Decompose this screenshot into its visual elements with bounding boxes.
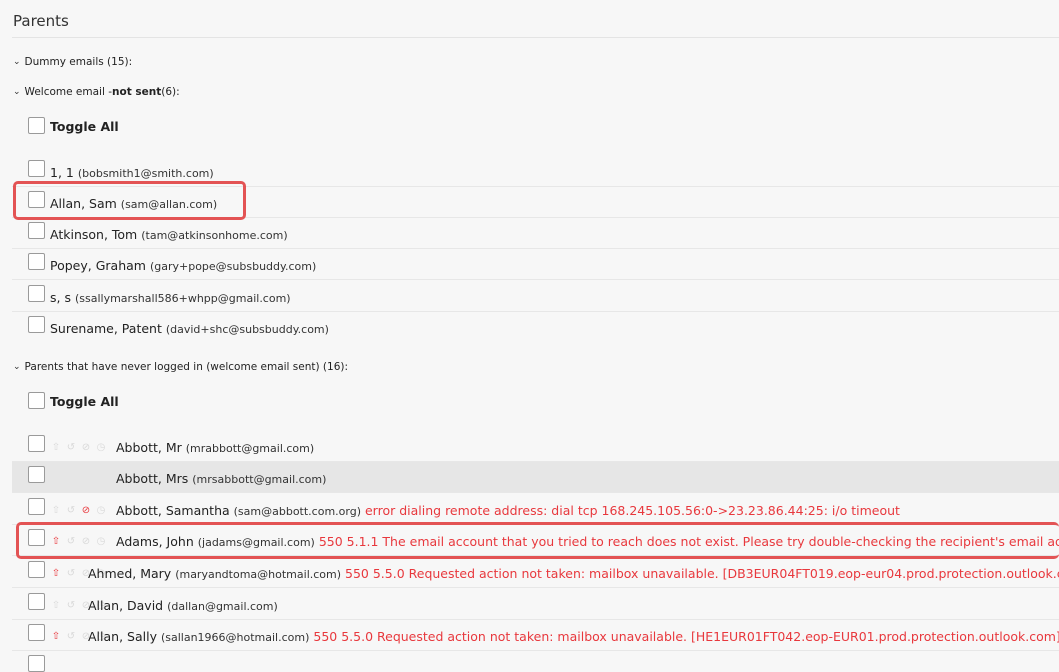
- parent-email: (david+shc@subsbuddy.com): [165, 323, 329, 336]
- parent-name: Allan, Sally: [88, 629, 157, 644]
- parent-name: Allan, David: [88, 598, 164, 613]
- parent-name: Atkinson, Tom: [50, 227, 138, 242]
- upload-icon: ⇧: [51, 631, 61, 642]
- parent-email: (sam@abbott.com.org): [233, 505, 361, 518]
- list-item: Popey, Graham (gary+pope@subsbuddy.com): [12, 249, 1059, 280]
- row-checkbox[interactable]: [28, 253, 45, 270]
- row-checkbox[interactable]: [28, 435, 45, 452]
- reply-icon: ↺: [66, 631, 76, 642]
- error-message: 550 5.5.0 Requested action not taken: ma…: [345, 566, 1059, 581]
- error-message: error dialing remote address: dial tcp 1…: [364, 503, 900, 518]
- row-checkbox[interactable]: [28, 593, 45, 610]
- table-row: ⇧ ↺ ⊘ ◷ Allan, David (dallan@gmail.com): [12, 589, 1059, 620]
- parent-name: Abbott, Mrs: [116, 471, 189, 486]
- section-label-start: Welcome email -: [24, 86, 112, 98]
- row-checkbox[interactable]: [28, 655, 45, 672]
- error-message: 550 5.5.0 Requested action not taken: ma…: [313, 629, 1059, 644]
- table-row: ⇧ ↺ ⊘ ◷ Allan, Sally (sallan1966@hotmail…: [12, 620, 1059, 651]
- parent-name: 1, 1: [50, 165, 74, 180]
- chevron-down-icon: ⌄: [13, 57, 21, 67]
- parent-name: Ahmed, Mary: [88, 566, 172, 581]
- reply-icon: ↺: [66, 600, 76, 611]
- table-row: ⇧ ↺ ⊘ ◷ Abbott, Samantha (sam@abbott.com…: [12, 494, 1059, 525]
- blocked-icon: ⊘: [81, 505, 91, 516]
- clock-icon: ◷: [96, 505, 106, 516]
- clock-icon: ◷: [96, 442, 106, 453]
- section-dummy-emails[interactable]: ⌄ Dummy emails (15):: [13, 56, 132, 68]
- section-label-end: (6):: [161, 86, 180, 98]
- toggle-all-checkbox[interactable]: [28, 117, 45, 134]
- upload-icon: ⇧: [51, 442, 61, 453]
- parent-name: Abbott, Samantha: [116, 503, 230, 518]
- parent-email: (ssallymarshall586+whpp@gmail.com): [74, 292, 291, 305]
- highlight-box: [16, 522, 1059, 559]
- chevron-down-icon: ⌄: [13, 362, 21, 372]
- row-checkbox[interactable]: [28, 466, 45, 483]
- table-row: Abbott, Mrs (mrsabbott@gmail.com): [12, 462, 1059, 493]
- list-item: s, s (ssallymarshall586+whpp@gmail.com): [12, 281, 1059, 312]
- row-checkbox[interactable]: [28, 160, 45, 177]
- parent-email: (gary+pope@subsbuddy.com): [149, 260, 317, 273]
- parent-email: (dallan@gmail.com): [167, 600, 278, 613]
- table-row: ⇧ ↺ ⊘ ◷ Ahmed, Mary (maryandtoma@hotmail…: [12, 557, 1059, 588]
- row-checkbox[interactable]: [28, 498, 45, 515]
- parent-name: Abbott, Mr: [116, 440, 182, 455]
- highlight-box: [13, 181, 246, 220]
- list-item: Surename, Patent (david+shc@subsbuddy.co…: [12, 312, 1059, 343]
- row-checkbox[interactable]: [28, 561, 45, 578]
- section-welcome-not-sent[interactable]: ⌄ Welcome email - not sent (6):: [13, 86, 180, 98]
- chevron-down-icon: ⌄: [13, 87, 21, 97]
- parent-name: s, s: [50, 290, 71, 305]
- toggle-all-checkbox[interactable]: [28, 392, 45, 409]
- parent-email: (bobsmith1@smith.com): [77, 167, 214, 180]
- status-icons: ⇧ ↺ ⊘ ◷: [50, 442, 107, 454]
- reply-icon: ↺: [66, 442, 76, 453]
- parent-name: Surename, Patent: [50, 321, 162, 336]
- page-title: Parents: [13, 12, 69, 30]
- toggle-all-never-logged[interactable]: Toggle All: [28, 392, 119, 409]
- parent-email: (sallan1966@hotmail.com): [160, 631, 310, 644]
- toggle-all-label: Toggle All: [50, 394, 119, 409]
- parent-email: (mrabbott@gmail.com): [185, 442, 315, 455]
- list-item: Atkinson, Tom (tam@atkinsonhome.com): [12, 218, 1059, 249]
- toggle-all-label: Toggle All: [50, 119, 119, 134]
- status-icons: ⇧ ↺ ⊘ ◷: [50, 505, 107, 517]
- section-label: Parents that have never logged in (welco…: [24, 361, 349, 373]
- table-row: ⇧ ↺ ⊘ ◷ Abbott, Mr (mrabbott@gmail.com): [12, 431, 1059, 462]
- section-never-logged-in[interactable]: ⌄ Parents that have never logged in (wel…: [13, 361, 348, 373]
- upload-icon: ⇧: [51, 568, 61, 579]
- upload-icon: ⇧: [51, 505, 61, 516]
- blocked-icon: ⊘: [81, 442, 91, 453]
- parent-name: Popey, Graham: [50, 258, 146, 273]
- reply-icon: ↺: [66, 505, 76, 516]
- row-checkbox[interactable]: [28, 222, 45, 239]
- row-checkbox[interactable]: [28, 624, 45, 641]
- parent-email: (mrsabbott@gmail.com): [192, 473, 327, 486]
- toggle-all-welcome[interactable]: Toggle All: [28, 117, 119, 134]
- row-checkbox[interactable]: [28, 285, 45, 302]
- reply-icon: ↺: [66, 568, 76, 579]
- parent-email: (maryandtoma@hotmail.com): [175, 568, 342, 581]
- parent-email: (tam@atkinsonhome.com): [141, 229, 288, 242]
- section-label: Dummy emails (15):: [24, 56, 133, 68]
- upload-icon: ⇧: [51, 600, 61, 611]
- row-checkbox[interactable]: [28, 316, 45, 333]
- title-divider: [12, 37, 1059, 38]
- section-label-bold: not sent: [112, 86, 162, 98]
